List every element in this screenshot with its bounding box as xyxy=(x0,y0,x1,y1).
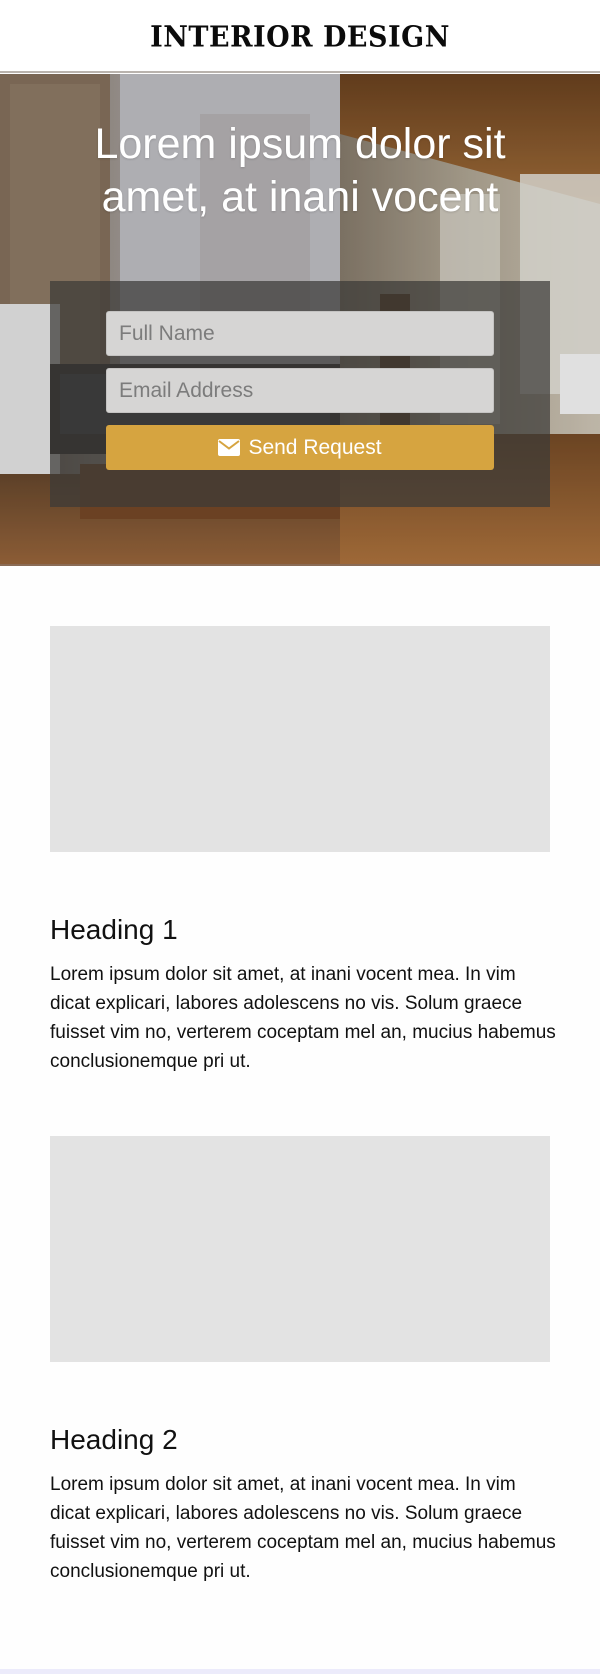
page-bottom-edge xyxy=(0,1669,600,1674)
full-name-input[interactable] xyxy=(106,311,494,356)
hero-title: Lorem ipsum dolor sit amet, at inani voc… xyxy=(94,120,506,221)
request-form: Send Request xyxy=(50,281,550,507)
hero-section: Lorem ipsum dolor sit amet, at inani voc… xyxy=(0,74,600,566)
content-image-2 xyxy=(50,1136,550,1362)
send-request-button[interactable]: Send Request xyxy=(106,425,494,470)
section-heading-1: Heading 1 xyxy=(50,914,178,945)
email-address-input[interactable] xyxy=(106,368,494,413)
section-heading-2: Heading 2 xyxy=(50,1424,178,1455)
section-body-1: Lorem ipsum dolor sit amet, at inani voc… xyxy=(50,964,556,1072)
section-body-2: Lorem ipsum dolor sit amet, at inani voc… xyxy=(50,1474,556,1582)
site-logo[interactable]: INTERIOR DESIGN xyxy=(0,21,600,54)
send-request-label: Send Request xyxy=(248,435,382,459)
content-image-1 xyxy=(50,626,550,852)
site-header: INTERIOR DESIGN xyxy=(0,0,600,73)
envelope-icon xyxy=(218,439,241,456)
